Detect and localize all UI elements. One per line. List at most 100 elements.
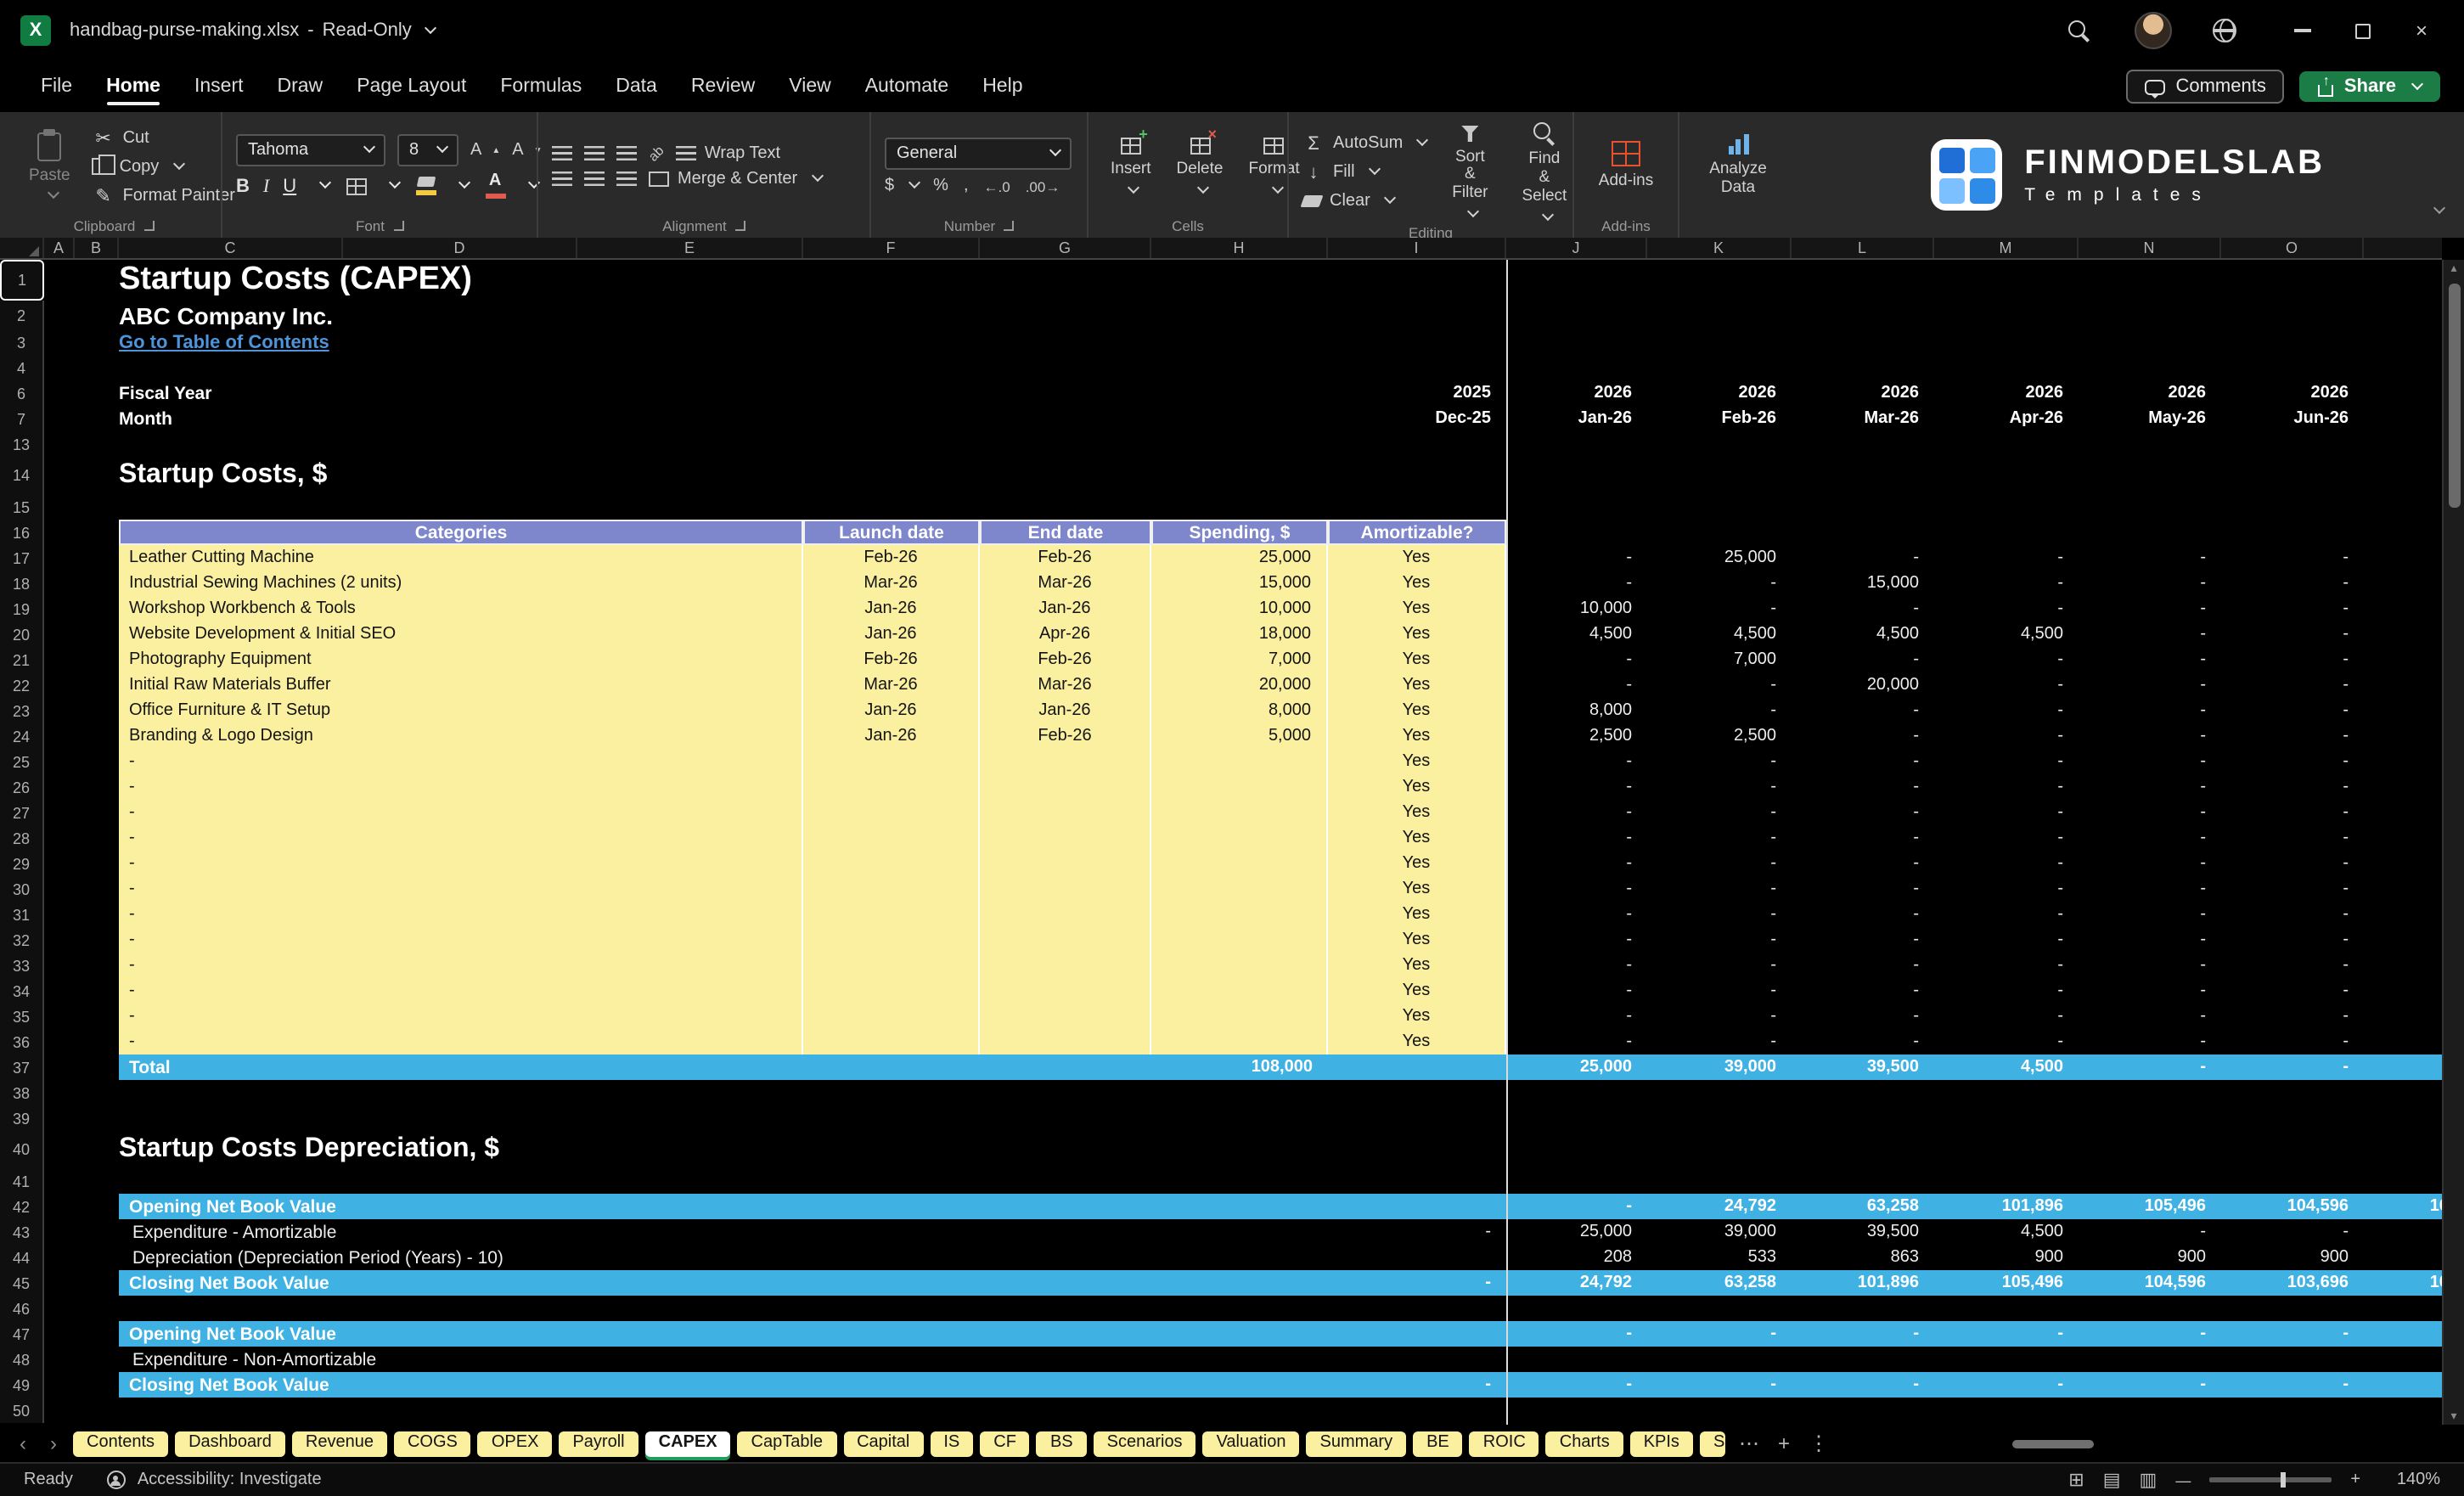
row-header-7[interactable]: 7 [0, 406, 44, 431]
row-header-27[interactable]: 27 [0, 800, 44, 825]
cell-G29[interactable] [980, 851, 1151, 876]
cell-F24[interactable]: Jan-26 [803, 723, 980, 749]
cell-F29[interactable] [803, 851, 980, 876]
cell-M24[interactable]: - [1934, 723, 2079, 749]
cell-N45[interactable]: 104,596 [2079, 1270, 2221, 1296]
cell-K49[interactable]: - [1647, 1372, 1792, 1398]
cell-J17[interactable]: - [1506, 545, 1647, 571]
align-left-icon[interactable] [552, 172, 572, 187]
row-header-50[interactable]: 50 [0, 1398, 44, 1423]
align-bottom-icon[interactable] [616, 146, 637, 161]
cell-L23[interactable]: - [1792, 698, 1934, 723]
company-name[interactable]: ABC Company Inc. [119, 301, 333, 329]
cell-N42[interactable]: 105,496 [2079, 1194, 2221, 1219]
cell-N25[interactable]: - [2079, 749, 2221, 774]
cell-J37[interactable]: 25,000 [1506, 1055, 1647, 1080]
more-sheets-icon[interactable]: ⋯ [1734, 1431, 1764, 1455]
cell-J22[interactable]: - [1506, 672, 1647, 698]
cell-N31[interactable]: - [2079, 902, 2221, 927]
cell-J6[interactable]: 2026 [1506, 380, 1647, 406]
cell-K42[interactable]: 24,792 [1647, 1194, 1792, 1219]
row-header-4[interactable]: 4 [0, 355, 44, 380]
cell-O33[interactable]: - [2221, 953, 2364, 978]
cell-L31[interactable]: - [1792, 902, 1934, 927]
cell-I29[interactable]: Yes [1328, 851, 1506, 876]
row-header-36[interactable]: 36 [0, 1029, 44, 1055]
row-header-25[interactable]: 25 [0, 749, 44, 774]
cell-L37[interactable]: 39,500 [1792, 1055, 1934, 1080]
sheet-tab-capital[interactable]: Capital [843, 1431, 924, 1456]
cell-J27[interactable]: - [1506, 800, 1647, 825]
font-size-select[interactable]: 8 [397, 134, 458, 167]
cell-L33[interactable]: - [1792, 953, 1934, 978]
column-header-E[interactable]: E [577, 238, 803, 258]
column-header-J[interactable]: J [1506, 238, 1647, 258]
cell-F23[interactable]: Jan-26 [803, 698, 980, 723]
menu-insert[interactable]: Insert [177, 65, 261, 109]
cell-K32[interactable]: - [1647, 927, 1792, 953]
cell-K24[interactable]: 2,500 [1647, 723, 1792, 749]
cell-I45[interactable]: - [1328, 1270, 1506, 1296]
cell-F28[interactable] [803, 825, 980, 851]
section-heading-40[interactable]: Startup Costs Depreciation, $ [119, 1131, 499, 1168]
page-layout-view-icon[interactable]: ▤ [2103, 1469, 2121, 1491]
cell-C28[interactable]: - [119, 825, 803, 851]
scroll-down-icon[interactable]: ▾ [2444, 1409, 2464, 1423]
cell-J21[interactable]: - [1506, 647, 1647, 672]
row-label-42[interactable]: Opening Net Book Value [129, 1194, 336, 1219]
zoom-level[interactable]: 140% [2379, 1471, 2440, 1489]
cell-G17[interactable]: Feb-26 [980, 545, 1151, 571]
sheet-tab-scenarios[interactable]: Scenarios [1093, 1431, 1196, 1456]
cell-M30[interactable]: - [1934, 876, 2079, 902]
merge-center-button[interactable]: Merge & Center [649, 169, 824, 188]
cell-L30[interactable]: - [1792, 876, 1934, 902]
table-header-3[interactable]: Spending, $ [1151, 520, 1328, 545]
cell-L27[interactable]: - [1792, 800, 1934, 825]
sheet-tab-summary[interactable]: Summary [1306, 1431, 1407, 1456]
cell-O24[interactable]: - [2221, 723, 2364, 749]
cell-J34[interactable]: - [1506, 978, 1647, 1004]
cell-O34[interactable]: - [2221, 978, 2364, 1004]
table-header-2[interactable]: End date [980, 520, 1151, 545]
cell-N28[interactable]: - [2079, 825, 2221, 851]
cell-L29[interactable]: - [1792, 851, 1934, 876]
cell-O7[interactable]: Jun-26 [2221, 406, 2364, 431]
cell-M45[interactable]: 105,496 [1934, 1270, 2079, 1296]
row-header-41[interactable]: 41 [0, 1168, 44, 1194]
title-chevron-icon[interactable] [425, 20, 437, 34]
cell-K18[interactable]: - [1647, 571, 1792, 596]
menu-file[interactable]: File [24, 65, 89, 109]
cell-G20[interactable]: Apr-26 [980, 621, 1151, 647]
cell-I49[interactable]: - [1328, 1372, 1506, 1398]
cell-J20[interactable]: 4,500 [1506, 621, 1647, 647]
sheet-tab-capex[interactable]: CAPEX [644, 1431, 731, 1456]
sheet-tab-cogs[interactable]: COGS [393, 1431, 471, 1456]
cell-C26[interactable]: - [119, 774, 803, 800]
cell-F36[interactable] [803, 1029, 980, 1055]
cell-N26[interactable]: - [2079, 774, 2221, 800]
cell-F31[interactable] [803, 902, 980, 927]
cell-M25[interactable]: - [1934, 749, 2079, 774]
sheet-tab-captable[interactable]: CapTable [737, 1431, 837, 1456]
select-all-button[interactable] [0, 238, 44, 258]
cell-M23[interactable]: - [1934, 698, 2079, 723]
copy-button[interactable]: Copy [92, 154, 235, 176]
row-header-33[interactable]: 33 [0, 953, 44, 978]
cell-O49[interactable]: - [2221, 1372, 2364, 1398]
sheet-tab-roic[interactable]: ROIC [1469, 1431, 1539, 1456]
zoom-slider[interactable] [2209, 1471, 2332, 1488]
cell-G23[interactable]: Jan-26 [980, 698, 1151, 723]
cell-I6[interactable]: 2025 [1328, 380, 1506, 406]
menu-draw[interactable]: Draw [261, 65, 340, 109]
fill-button[interactable]: ↓ Fill [1302, 163, 1426, 183]
borders-chevron-icon[interactable] [388, 176, 401, 189]
autosum-button[interactable]: Σ AutoSum [1302, 134, 1429, 155]
cell-K29[interactable]: - [1647, 851, 1792, 876]
cell-C19[interactable]: Workshop Workbench & Tools [119, 596, 803, 621]
column-header-C[interactable]: C [119, 238, 343, 258]
cell-I35[interactable]: Yes [1328, 1004, 1506, 1029]
cell-M7[interactable]: Apr-26 [1934, 406, 2079, 431]
horizontal-scroll-thumb[interactable] [2011, 1439, 2094, 1448]
row-header-21[interactable]: 21 [0, 647, 44, 672]
cell-F33[interactable] [803, 953, 980, 978]
